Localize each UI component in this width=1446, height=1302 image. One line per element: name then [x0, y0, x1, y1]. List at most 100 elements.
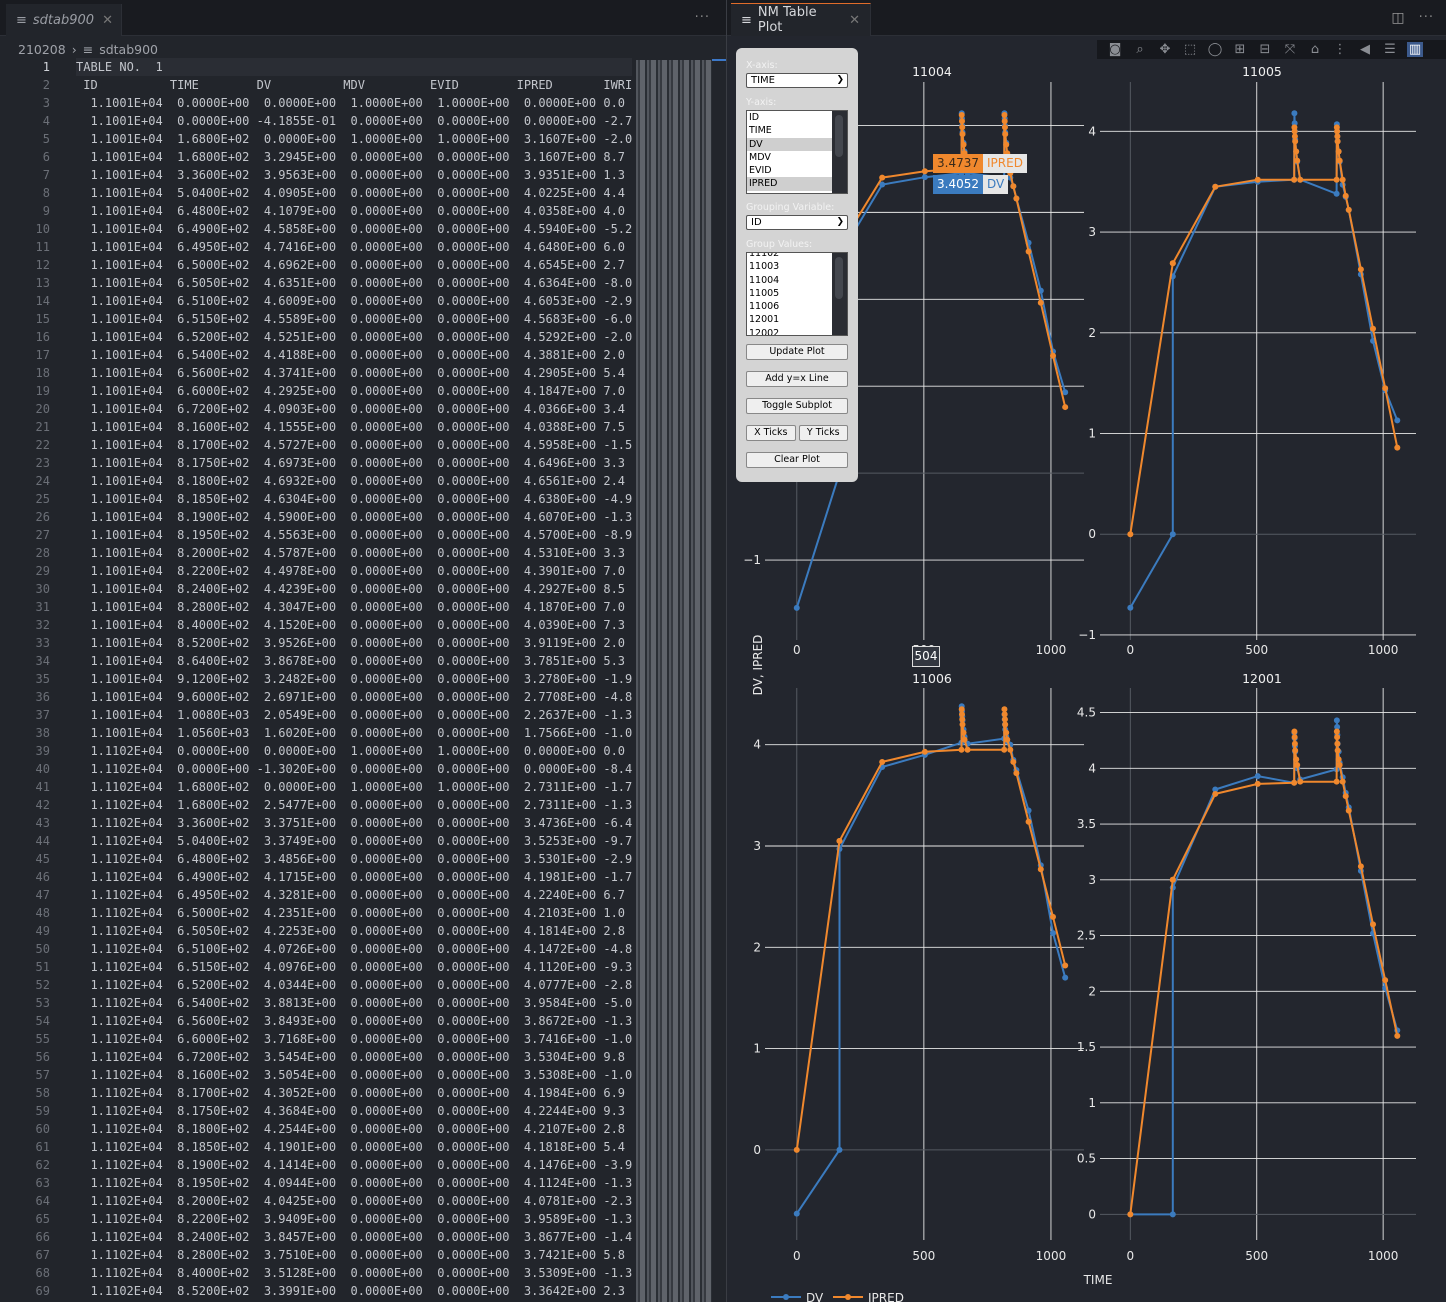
data-point-dv[interactable]	[1333, 717, 1340, 724]
data-point-ipred[interactable]	[1291, 176, 1298, 183]
data-point-ipred[interactable]	[1025, 818, 1032, 825]
data-point-ipred[interactable]	[1370, 921, 1377, 928]
data-point-ipred[interactable]	[1297, 778, 1304, 785]
group-value-option[interactable]: 11003	[747, 260, 833, 273]
data-point-ipred[interactable]	[1293, 756, 1300, 763]
group-value-option[interactable]: 12001	[747, 313, 833, 326]
data-point-ipred[interactable]	[1291, 734, 1298, 741]
data-point-dv[interactable]	[793, 1210, 800, 1217]
data-point-ipred[interactable]	[960, 141, 967, 148]
data-point-ipred[interactable]	[1013, 770, 1020, 777]
data-point-ipred[interactable]	[1007, 746, 1014, 753]
legend-item-dv[interactable]: DV	[771, 1291, 824, 1302]
scrollbar[interactable]	[832, 253, 847, 335]
data-point-ipred[interactable]	[1254, 176, 1261, 183]
data-point-ipred[interactable]	[1345, 807, 1352, 814]
data-point-ipred[interactable]	[958, 746, 965, 753]
data-point-ipred[interactable]	[1127, 531, 1134, 538]
legend-item-ipred[interactable]: IPRED	[833, 1291, 904, 1302]
data-point-ipred[interactable]	[1254, 780, 1261, 787]
data-point-ipred[interactable]	[960, 729, 967, 736]
data-point-ipred[interactable]	[1294, 157, 1301, 164]
breadcrumb-file[interactable]: sdtab900	[99, 42, 158, 57]
series-line-ipred[interactable]	[1129, 127, 1399, 535]
breadcrumb-folder[interactable]: 210208	[18, 42, 66, 57]
data-point-ipred[interactable]	[1297, 176, 1304, 183]
autoscale-icon[interactable]: ⤧	[1282, 42, 1298, 57]
data-point-ipred[interactable]	[1062, 404, 1069, 411]
data-point-ipred[interactable]	[1004, 736, 1011, 743]
data-point-dv[interactable]	[1062, 974, 1069, 981]
data-point-ipred[interactable]	[1291, 779, 1298, 786]
data-point-ipred[interactable]	[1335, 148, 1342, 155]
data-point-dv[interactable]	[921, 174, 928, 181]
data-point-ipred[interactable]	[1334, 138, 1341, 145]
y-axis-option[interactable]: TIME	[747, 124, 833, 137]
update-plot-button[interactable]: Update Plot	[746, 344, 848, 360]
data-point-dv[interactable]	[1254, 773, 1261, 780]
y-axis-option[interactable]: EVID	[747, 164, 833, 177]
data-point-ipred[interactable]	[1336, 761, 1343, 768]
data-point-ipred[interactable]	[793, 1146, 800, 1153]
close-icon[interactable]: ✕	[102, 13, 113, 28]
group-value-option[interactable]: 11004	[747, 274, 833, 287]
data-point-ipred[interactable]	[1370, 325, 1377, 332]
group-value-option[interactable]: 12002	[747, 327, 833, 335]
data-point-ipred[interactable]	[1291, 740, 1298, 747]
grouping-variable-select[interactable]: ID ❯	[746, 215, 848, 230]
data-point-ipred[interactable]	[1062, 962, 1069, 969]
data-point-ipred[interactable]	[1003, 141, 1010, 148]
data-point-ipred[interactable]	[1333, 176, 1340, 183]
data-point-ipred[interactable]	[1013, 195, 1020, 202]
data-point-ipred[interactable]	[1357, 266, 1364, 273]
data-point-ipred[interactable]	[1339, 778, 1346, 785]
add-yx-line-button[interactable]: Add y=x Line	[746, 371, 848, 387]
data-point-ipred[interactable]	[1345, 206, 1352, 213]
data-point-ipred[interactable]	[1382, 977, 1389, 984]
code-area[interactable]: TABLE NO. 1 ID TIME DV MDV EVID IPRED IWRI 1.100…	[76, 58, 632, 1300]
data-point-ipred[interactable]	[1394, 1032, 1401, 1039]
data-point-ipred[interactable]	[958, 118, 965, 125]
subplot-12001[interactable]: 0 500 1000 0 0.5 1 1.5 2 2.5 3 3.5 4 4.5 12001	[1077, 671, 1416, 1263]
data-point-ipred[interactable]	[1342, 192, 1349, 199]
data-point-ipred[interactable]	[921, 168, 928, 175]
data-point-ipred[interactable]	[1037, 299, 1044, 306]
data-point-ipred[interactable]	[958, 112, 965, 119]
data-point-ipred[interactable]	[959, 721, 966, 728]
lasso-icon[interactable]: ◯	[1207, 42, 1223, 57]
data-point-ipred[interactable]	[1002, 721, 1009, 728]
data-point-ipred[interactable]	[1169, 876, 1176, 883]
zoom-icon[interactable]: ⌕	[1132, 42, 1148, 57]
data-point-ipred[interactable]	[1382, 385, 1389, 392]
scrollbar[interactable]	[832, 111, 847, 193]
data-point-ipred[interactable]	[959, 124, 966, 131]
data-point-dv[interactable]	[1394, 417, 1401, 424]
y-ticks-button[interactable]: Y Ticks	[798, 425, 848, 441]
minimap-slider[interactable]	[712, 59, 726, 61]
reset-axes-icon[interactable]: ⌂	[1307, 42, 1323, 57]
box-select-icon[interactable]: ⬚	[1182, 42, 1198, 57]
zoom-in-icon[interactable]: ⊞	[1232, 42, 1248, 57]
data-point-dv[interactable]	[1169, 531, 1176, 538]
more-actions-icon[interactable]: ···	[695, 10, 710, 25]
data-point-dv[interactable]	[1169, 1211, 1176, 1218]
x-ticks-button[interactable]: X Ticks	[746, 425, 796, 441]
data-point-ipred[interactable]	[1291, 728, 1298, 735]
data-point-ipred[interactable]	[1212, 183, 1219, 190]
plotly-logo-icon[interactable]: ▥	[1407, 42, 1423, 57]
data-point-ipred[interactable]	[1169, 260, 1176, 267]
group-value-option[interactable]: 11006	[747, 300, 833, 313]
data-point-ipred[interactable]	[1339, 176, 1346, 183]
data-point-ipred[interactable]	[1025, 248, 1032, 255]
hover-compare-icon[interactable]: ☰	[1382, 42, 1398, 57]
data-point-ipred[interactable]	[1003, 729, 1010, 736]
data-point-ipred[interactable]	[1001, 124, 1008, 131]
data-point-ipred[interactable]	[1010, 758, 1017, 765]
data-point-ipred[interactable]	[1037, 866, 1044, 873]
series-line-dv[interactable]	[1130, 720, 1399, 1216]
data-point-ipred[interactable]	[1334, 734, 1341, 741]
data-point-ipred[interactable]	[1002, 131, 1009, 138]
data-point-ipred[interactable]	[1336, 157, 1343, 164]
subplot-11005[interactable]: 0 500 1000 −1 0 1 2 3 4 11005	[1078, 64, 1416, 657]
zoom-out-icon[interactable]: ⊟	[1257, 42, 1273, 57]
